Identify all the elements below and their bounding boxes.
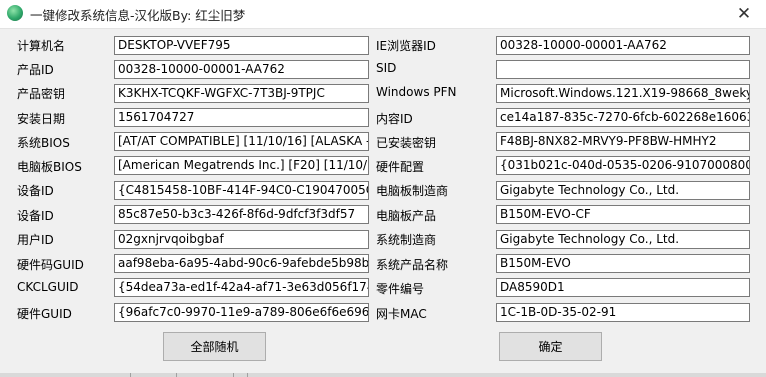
baseboard-bios-field[interactable]: [American Megatrends Inc.] [F20] [11/10/… xyxy=(114,156,369,175)
label-board-product: 电脑板产品 xyxy=(376,209,437,223)
install-date-field[interactable]: 1561704727 xyxy=(114,108,369,127)
label-baseboard-bios: 电脑板BIOS xyxy=(17,160,82,174)
label-ckcl-guid: CKCLGUID xyxy=(17,280,79,294)
label-part-number: 零件编号 xyxy=(376,282,425,296)
installed-key-field[interactable]: F48BJ-8NX82-MRVY9-PF8BW-HMHY2 xyxy=(496,132,750,151)
sid-field[interactable] xyxy=(496,60,750,79)
label-sid: SID xyxy=(376,61,397,75)
label-install-date: 安装日期 xyxy=(17,112,66,126)
label-system-manufacturer: 系统制造商 xyxy=(376,233,437,247)
product-id-field[interactable]: 00328-10000-00001-AA762 xyxy=(114,60,369,79)
board-product-field[interactable]: B150M-EVO-CF xyxy=(496,205,750,224)
label-hardware-config: 硬件配置 xyxy=(376,160,425,174)
window-title: 一键修改系统信息-汉化版By: 红尘旧梦 xyxy=(30,8,246,23)
device-id-field-2[interactable]: 85c87e50-b3c3-426f-8f6d-9dfcf3f3df57 xyxy=(114,205,369,224)
label-system-bios: 系统BIOS xyxy=(17,136,70,150)
background-window-strip xyxy=(0,373,766,377)
label-hwcode-guid: 硬件码GUID xyxy=(17,258,84,272)
label-device-id: 设备ID xyxy=(17,184,54,198)
product-key-field[interactable]: K3KHX-TCQKF-WGFXC-7T3BJ-9TPJC xyxy=(114,84,369,103)
board-manufacturer-field[interactable]: Gigabyte Technology Co., Ltd. xyxy=(496,181,750,200)
computer-name-field[interactable]: DESKTOP-VVEF795 xyxy=(114,36,369,55)
user-id-field[interactable]: 02gxnjrvqoibgbaf xyxy=(114,230,369,249)
label-windows-pfn: Windows PFN xyxy=(376,85,457,99)
label-product-key: 产品密钥 xyxy=(17,87,66,101)
label-computer-name: 计算机名 xyxy=(17,39,66,53)
system-product-field[interactable]: B150M-EVO xyxy=(496,254,750,273)
ckcl-guid-field[interactable]: {54dea73a-ed1f-42a4-af71-3e63d056f174} xyxy=(114,278,369,297)
hwcode-guid-field[interactable]: aaf98eba-6a95-4abd-90c6-9afebde5b98b xyxy=(114,254,369,273)
label-system-product: 系统产品名称 xyxy=(376,258,449,272)
part-number-field[interactable]: DA8590D1 xyxy=(496,278,750,297)
device-id-field[interactable]: {C4815458-10BF-414F-94C0-C19047005CB1} xyxy=(114,181,369,200)
close-icon: ✕ xyxy=(736,4,752,24)
label-board-manufacturer: 电脑板制造商 xyxy=(376,184,449,198)
title-bar: 一键修改系统信息-汉化版By: 红尘旧梦 ✕ xyxy=(0,0,766,28)
nic-mac-field[interactable]: 1C-1B-0D-35-02-91 xyxy=(496,303,750,322)
system-bios-field[interactable]: [AT/AT COMPATIBLE] [11/10/16] [ALASKA - … xyxy=(114,132,369,151)
hardware-config-field[interactable]: {031b021c-040d-0535-0206-910700080009} xyxy=(496,156,750,175)
label-user-id: 用户ID xyxy=(17,233,54,247)
dialog-body xyxy=(0,28,766,374)
hardware-guid-field[interactable]: {96afc7c0-9970-11e9-a789-806e6f6e6963} xyxy=(114,303,369,322)
label-hardware-guid: 硬件GUID xyxy=(17,307,72,321)
app-icon xyxy=(7,5,23,21)
system-manufacturer-field[interactable]: Gigabyte Technology Co., Ltd. xyxy=(496,230,750,249)
ie-browser-id-field[interactable]: 00328-10000-00001-AA762 xyxy=(496,36,750,55)
randomize-all-button[interactable]: 全部随机 xyxy=(163,332,266,361)
label-ie-browser-id: IE浏览器ID xyxy=(376,39,436,53)
content-id-field[interactable]: ce14a187-835c-7270-6fcb-602268e16063 xyxy=(496,108,750,127)
label-product-id: 产品ID xyxy=(17,63,54,77)
label-content-id: 内容ID xyxy=(376,112,413,126)
label-nic-mac: 网卡MAC xyxy=(376,307,427,321)
confirm-button[interactable]: 确定 xyxy=(499,332,602,361)
close-button[interactable]: ✕ xyxy=(722,0,766,28)
label-installed-key: 已安装密钥 xyxy=(376,136,437,150)
label-device-id-2: 设备ID xyxy=(17,209,54,223)
windows-pfn-field[interactable]: Microsoft.Windows.121.X19-98668_8wekyb3d… xyxy=(496,84,750,103)
